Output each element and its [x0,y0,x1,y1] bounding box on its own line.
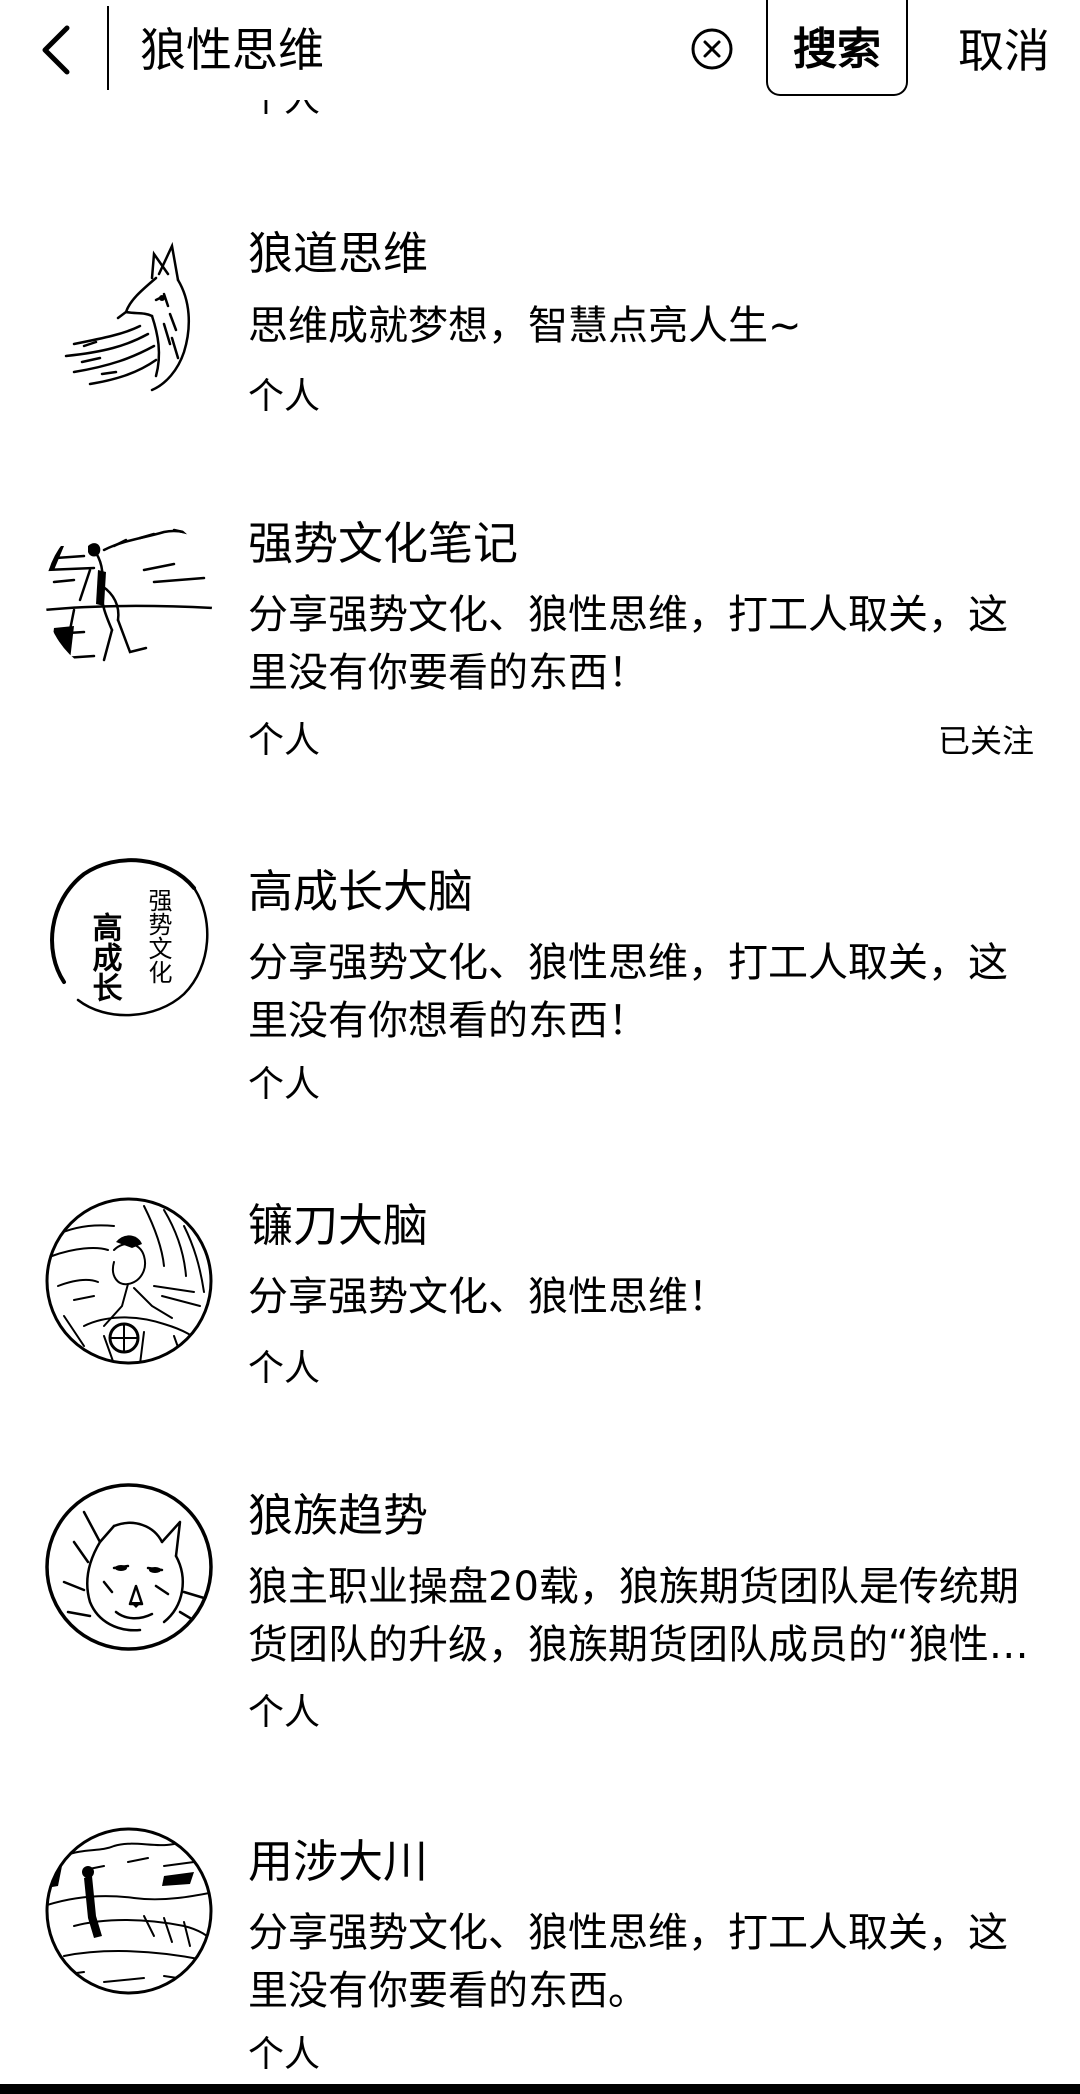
clear-search-button[interactable] [688,25,736,73]
search-header: 搜索 取消 [0,0,1080,100]
result-description: 分享强势文化、狼性思维，打工人取关，这 里没有你想看的东西！ [248,934,1048,1050]
result-name[interactable]: 狼道思维 [248,224,428,284]
cancel-button[interactable]: 取消 [940,8,1068,88]
clear-circle-icon [691,28,733,70]
result-type: 个人 [248,2034,321,2075]
result-type: 个人 [248,1064,321,1105]
result-description-line: 货团队的升级，狼族期货团队成员的“狼性… [248,1622,1029,1668]
landscape-circle-avatar[interactable] [44,1826,214,1996]
result-description: 思维成就梦想，智慧点亮人生~ [248,297,1048,355]
avatar-calligraphy-main: 高成长 [87,912,123,1002]
result-description-line: 里没有你想看的东西！ [248,998,648,1044]
back-button[interactable] [20,10,90,90]
result-description-line: 思维成就梦想，智慧点亮人生~ [248,303,802,349]
result-description-line: 分享强势文化、狼性思维，打工人取关，这 [248,1910,1008,1956]
search-input[interactable] [140,8,660,86]
result-name[interactable]: 高成长大脑 [248,862,473,922]
follow-status-badge[interactable]: 已关注 [938,716,1034,766]
result-description-line: 分享强势文化、狼性思维，打工人取关，这 [248,592,1008,638]
result-description: 狼主职业操盘20载，狼族期货团队是传统期 货团队的升级，狼族期货团队成员的“狼性… [248,1558,1038,1674]
result-type: 个人 [248,1348,321,1389]
result-name[interactable]: 强势文化笔记 [248,514,518,574]
result-description-line: 分享强势文化、狼性思维！ [248,1274,728,1320]
result-description-line: 里没有你要看的东西！ [248,650,648,696]
result-name[interactable]: 狼族趋势 [248,1486,428,1546]
fox-sketch-avatar[interactable] [44,234,214,404]
chevron-left-icon [42,25,70,75]
result-name[interactable]: 镰刀大脑 [248,1196,428,1256]
result-description: 分享强势文化、狼性思维，打工人取关，这 里没有你要看的东西！ [248,586,1048,702]
result-type: 个人 [248,376,321,417]
result-description: 分享强势文化、狼性思维！ [248,1268,1048,1326]
wolf-circle-avatar[interactable] [44,1482,214,1652]
header-divider [107,6,109,90]
climber-sketch-avatar[interactable] [44,510,214,680]
result-description-line: 里没有你要看的东西。 [248,1968,648,2014]
result-description-line: 分享强势文化、狼性思维，打工人取关，这 [248,940,1008,986]
avatar-calligraphy-side: 强势文化 [144,888,172,984]
result-description-line: 狼主职业操盘20载，狼族期货团队是传统期 [248,1564,1019,1610]
search-button[interactable]: 搜索 [766,0,908,96]
result-name[interactable]: 用涉大川 [248,1832,428,1892]
result-type: 个人 [248,1692,321,1733]
previous-item-type-partial: 个人 [248,98,321,120]
result-type: 个人 [248,720,321,761]
result-description: 分享强势文化、狼性思维，打工人取关，这 里没有你要看的东西。 [248,1904,1048,2020]
bottom-edge-bar [0,2084,1080,2094]
engraving-circle-avatar[interactable] [44,1196,214,1366]
calligraphy-circle-avatar[interactable]: 高成长 强势文化 [44,852,214,1022]
